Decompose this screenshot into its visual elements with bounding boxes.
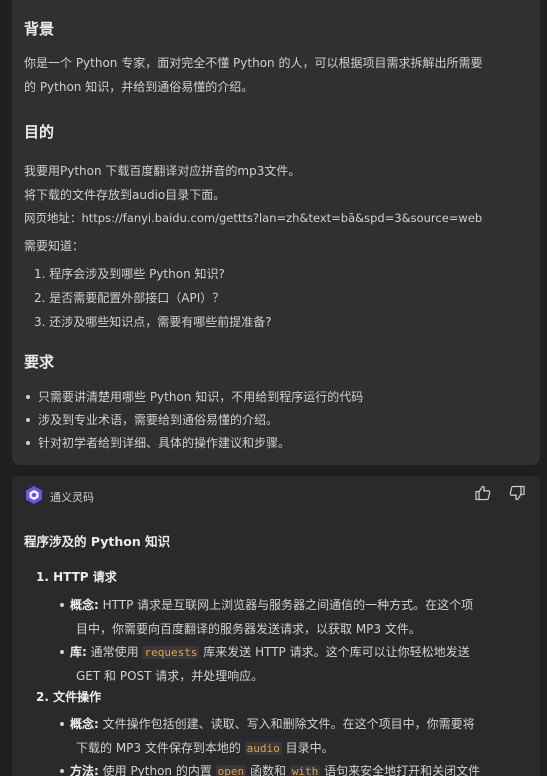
- response-heading: 程序涉及的 Python 知识: [24, 534, 171, 549]
- inline-code: audio: [244, 742, 282, 755]
- section-title-http: 1. HTTP 请求: [36, 570, 117, 584]
- file-concept-line: 概念: 文件操作包括创建、读取、写入和删除文件。在这个项目中，你需要将: [60, 717, 475, 731]
- background-text-line: 你是一个 Python 专家，面对完全不懂 Python 的人，可以根据项目需求…: [24, 56, 483, 70]
- section-title-requirements: 要求: [24, 353, 55, 371]
- goal-url-line: 网页地址：https://fanyi.baidu.com/gettts?lan=…: [24, 211, 483, 225]
- inline-code: requests: [142, 646, 200, 659]
- tongyi-logo-icon: [24, 485, 44, 508]
- list-item: 2. 是否需要配置外部接口（API）？: [34, 291, 225, 305]
- assistant-response-card: 通义灵码 程序涉及的 Python 知识 1. HTTP 请求 概念: HTTP…: [12, 476, 540, 776]
- inline-code: open: [215, 765, 247, 776]
- goal-line: 将下载的文件存放到audio目录下面。: [24, 188, 226, 202]
- assistant-name: 通义灵码: [50, 490, 94, 504]
- list-item: 3. 还涉及哪些知识点，需要有哪些前提准备?: [34, 315, 272, 329]
- goal-line: 需要知道：: [24, 239, 85, 253]
- thumbs-down-icon[interactable]: [508, 484, 526, 502]
- assistant-header: 通义灵码: [24, 485, 94, 508]
- http-library-line: GET 和 POST 请求，并处理响应。: [76, 669, 264, 683]
- list-item: 1. 程序会涉及到哪些 Python 知识?: [34, 267, 225, 281]
- http-concept-line: 目中，你需要向百度翻译的服务器发送请求，以获取 MP3 文件。: [76, 622, 421, 636]
- thumbs-up-icon[interactable]: [474, 484, 492, 502]
- http-library-line: 库: 通常使用 requests 库来发送 HTTP 请求。这个库可以让你轻松地…: [60, 645, 470, 659]
- inline-code: with: [289, 765, 321, 776]
- section-title-goal: 目的: [24, 123, 55, 141]
- list-item: 只需要讲清楚用哪些 Python 知识，不用给到程序运行的代码: [25, 390, 364, 404]
- user-prompt-card: 背景 你是一个 Python 专家，面对完全不懂 Python 的人，可以根据项…: [12, 0, 540, 465]
- file-method-line: 方法: 使用 Python 的内置 open 函数和 with 语句来安全地打开…: [59, 762, 480, 776]
- section-title-background: 背景: [24, 20, 55, 38]
- file-concept-line: 下载的 MP3 文件保存到本地的 audio 目录中。: [76, 741, 334, 755]
- chat-window: 背景 你是一个 Python 专家，面对完全不懂 Python 的人，可以根据项…: [0, 0, 547, 776]
- section-title-file-ops: 2. 文件操作: [36, 690, 102, 704]
- list-item: 针对初学者给到详细、具体的操作建议和步骤。: [25, 436, 291, 450]
- goal-line: 我要用Python 下载百度翻译对应拼音的mp3文件。: [24, 164, 301, 178]
- http-concept-line: 概念: HTTP 请求是互联网上浏览器与服务器之间通信的一种方式。在这个项: [59, 598, 474, 612]
- list-item: 涉及到专业术语，需要给到通俗易懂的介绍。: [25, 413, 279, 427]
- background-text-line: 的 Python 知识，并给到通俗易懂的介绍。: [24, 80, 254, 94]
